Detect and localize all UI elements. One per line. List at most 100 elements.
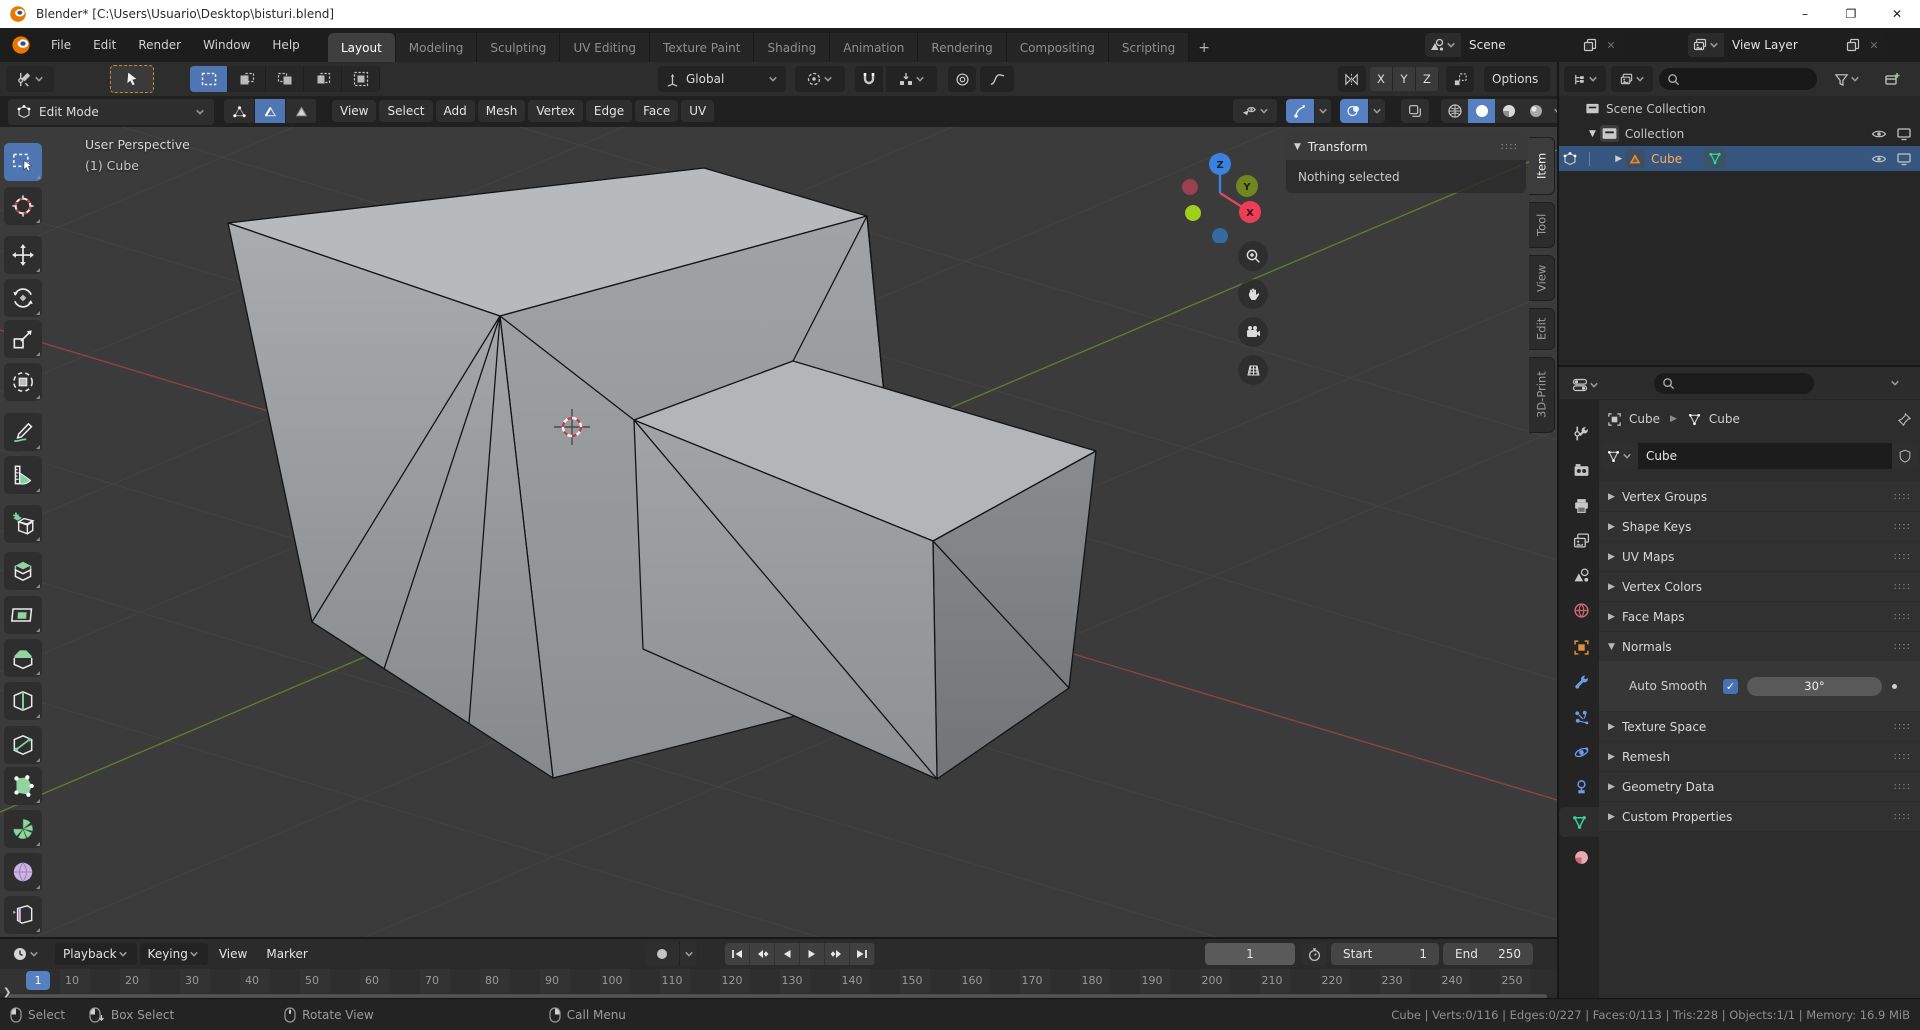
screen-visibility-icon[interactable]	[1896, 151, 1912, 167]
pan-button[interactable]	[1238, 279, 1268, 309]
navigation-gizmo[interactable]: Z Y X	[1178, 139, 1270, 243]
eye-icon[interactable]	[1871, 151, 1887, 167]
animate-dot[interactable]	[1892, 683, 1897, 689]
sidebar-tab-item[interactable]: Item	[1529, 137, 1555, 195]
properties-tab-render[interactable]	[1563, 455, 1599, 485]
tool-poly-build-button[interactable]	[4, 767, 42, 805]
next-keyframe-button[interactable]	[825, 943, 850, 965]
workspace-tab-rendering[interactable]: Rendering	[918, 33, 1007, 62]
viewport-menu-view[interactable]: View	[332, 100, 377, 122]
properties-tab-scene[interactable]	[1563, 560, 1599, 590]
face-mode-button[interactable]	[286, 99, 317, 123]
tool-rotate-button[interactable]	[4, 279, 42, 317]
gizmos-toggle[interactable]	[1286, 99, 1314, 123]
viewport-menu-edge[interactable]: Edge	[585, 100, 633, 122]
viewport-menu-face[interactable]: Face	[635, 100, 679, 122]
tool-bevel-button[interactable]	[4, 639, 42, 677]
add-workspace-button[interactable]: +	[1189, 33, 1219, 62]
viewport-menu-mesh[interactable]: Mesh	[477, 100, 526, 122]
properties-tab-object[interactable]	[1563, 632, 1599, 662]
scene-browse-button[interactable]	[1425, 33, 1461, 57]
mirror-toggle[interactable]	[1338, 66, 1366, 92]
menu-edit[interactable]: Edit	[82, 34, 127, 56]
mirror-axis-z[interactable]: Z	[1416, 67, 1439, 91]
drag-dots-icon[interactable]: ::::	[1894, 641, 1911, 652]
workspace-tab-shading[interactable]: Shading	[754, 33, 831, 62]
transform-panel-header[interactable]: ▼ Transform ::::	[1286, 133, 1526, 160]
rendered-shading-button[interactable]	[1522, 99, 1549, 123]
workspace-tab-sculpting[interactable]: Sculpting	[477, 33, 561, 62]
timeline-editor-type-button[interactable]	[5, 941, 47, 967]
pivot-point-dropdown[interactable]	[795, 66, 845, 92]
outliner-row-cube[interactable]: │ ▶ Cube	[1559, 146, 1920, 171]
properties-tab-particles[interactable]	[1563, 702, 1599, 732]
current-frame-field[interactable]: 1	[1205, 943, 1295, 965]
keying-dropdown[interactable]	[679, 942, 697, 966]
drag-dots-icon[interactable]: ::::	[1501, 141, 1518, 152]
auto-smooth-checkbox[interactable]: ✓	[1723, 678, 1738, 694]
mirror-axis-y[interactable]: Y	[1393, 67, 1416, 91]
section-remesh[interactable]: ▶ Remesh::::	[1599, 742, 1920, 771]
maximize-button[interactable]: ❐	[1828, 0, 1874, 28]
properties-tab-world[interactable]	[1563, 595, 1599, 625]
auto-smooth-angle-slider[interactable]: 30°	[1747, 676, 1882, 696]
drag-dots-icon[interactable]: ::::	[1894, 611, 1911, 622]
use-preview-range-toggle[interactable]	[1301, 943, 1327, 965]
viewport-menu-vertex[interactable]: Vertex	[528, 100, 583, 122]
editor-type-button[interactable]	[6, 66, 54, 92]
properties-tab-output[interactable]	[1563, 490, 1599, 520]
tool-smooth-button[interactable]	[4, 853, 42, 891]
sidebar-tab-edit[interactable]: Edit	[1529, 308, 1555, 350]
tool-knife-button[interactable]	[4, 726, 42, 764]
material-shading-button[interactable]	[1495, 99, 1522, 123]
camera-view-button[interactable]	[1238, 317, 1268, 347]
prev-keyframe-button[interactable]	[750, 943, 775, 965]
menu-window[interactable]: Window	[192, 34, 261, 56]
fake-user-button[interactable]	[1892, 443, 1918, 469]
mirror-axis-x[interactable]: X	[1370, 67, 1393, 91]
options-dropdown[interactable]: Options	[1484, 66, 1550, 92]
select-mode-subtract[interactable]	[266, 66, 304, 92]
snap-target-dropdown[interactable]	[885, 66, 937, 92]
show-gizmo-visibility-dropdown[interactable]	[1233, 99, 1277, 123]
zoom-button[interactable]	[1238, 241, 1268, 271]
mesh-browse-button[interactable]	[1601, 443, 1638, 469]
timeline-menu-keying[interactable]: Keying	[139, 943, 208, 965]
view-layer-new-button[interactable]	[1842, 33, 1864, 57]
workspace-tab-modeling[interactable]: Modeling	[395, 33, 478, 62]
tool-cursor-button[interactable]	[4, 187, 42, 225]
properties-tab-object-data[interactable]	[1559, 807, 1599, 837]
properties-options-chevron-icon[interactable]	[1889, 377, 1901, 389]
section-geometry-data[interactable]: ▶ Geometry Data::::	[1599, 772, 1920, 801]
properties-tab-physics[interactable]	[1563, 737, 1599, 767]
section-texture-space[interactable]: ▶ Texture Space::::	[1599, 712, 1920, 741]
drag-dots-icon[interactable]: ::::	[1894, 551, 1911, 562]
drag-dots-icon[interactable]: ::::	[1894, 491, 1911, 502]
new-collection-button[interactable]	[1877, 66, 1907, 92]
select-mode-invert[interactable]	[304, 66, 342, 92]
tool-move-button[interactable]	[4, 236, 42, 274]
tool-extrude-region-button[interactable]	[4, 552, 42, 590]
proportional-editing-toggle[interactable]	[948, 66, 976, 92]
screen-visibility-icon[interactable]	[1896, 126, 1912, 142]
tool-edge-slide-button[interactable]	[4, 896, 42, 934]
close-button[interactable]: ✕	[1874, 0, 1920, 28]
tool-loop-cut-button[interactable]	[4, 682, 42, 720]
viewport-menu-add[interactable]: Add	[435, 100, 475, 122]
play-reverse-button[interactable]	[775, 943, 800, 965]
tool-annotate-button[interactable]	[4, 413, 42, 451]
jump-start-button[interactable]	[725, 943, 750, 965]
tool-measure-button[interactable]	[4, 456, 42, 494]
proportional-falloff-dropdown[interactable]	[980, 66, 1014, 92]
auto-keying-toggle[interactable]	[645, 942, 679, 966]
properties-tab-material[interactable]	[1563, 842, 1599, 872]
pin-icon[interactable]	[1897, 412, 1912, 427]
editor-divider[interactable]	[1557, 62, 1559, 998]
current-frame-marker[interactable]: 1	[26, 971, 50, 990]
outliner-search-input[interactable]	[1659, 68, 1817, 90]
outliner-filter-id-dropdown[interactable]	[1611, 66, 1653, 92]
menu-render[interactable]: Render	[127, 34, 192, 56]
section-uv-maps[interactable]: ▶ UV Maps::::	[1599, 542, 1920, 571]
active-tool-button[interactable]	[110, 65, 154, 93]
drag-dots-icon[interactable]: ::::	[1894, 751, 1911, 762]
